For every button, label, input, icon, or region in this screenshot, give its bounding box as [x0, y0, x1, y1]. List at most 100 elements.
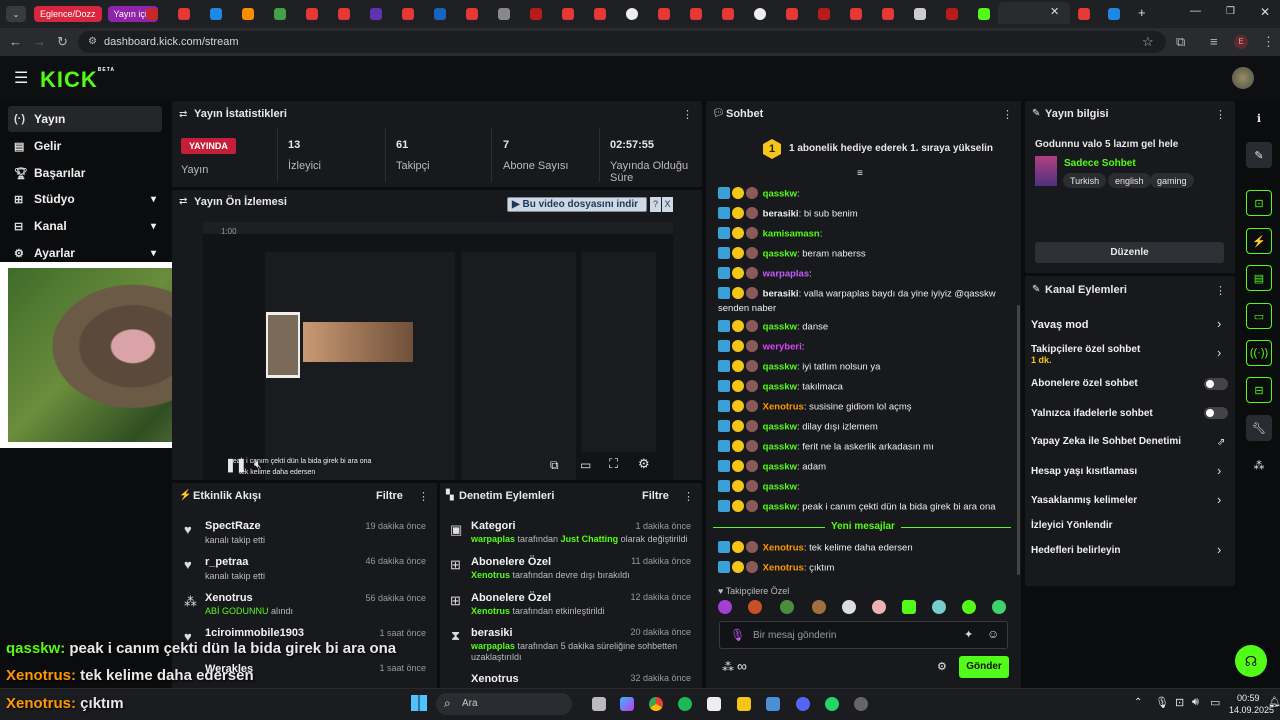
emote-icon[interactable] [962, 600, 976, 614]
tab-favicon-icon[interactable] [658, 8, 670, 20]
chat-message[interactable]: qasskw: iyi tatlım nolsun ya [718, 360, 1013, 375]
ai-moderation-row[interactable]: Yapay Zeka ile Sohbet Denetimi [1031, 436, 1181, 447]
chat-username[interactable]: Xenotrus [763, 543, 804, 554]
address-field[interactable]: dashboard.kick.com/stream [78, 31, 1166, 53]
app-icon-2[interactable] [854, 697, 868, 711]
stats-menu-icon[interactable]: ⋮ [682, 108, 693, 121]
wrench-icon[interactable]: 🔧︎ [1246, 415, 1272, 441]
tab-favicon-icon[interactable] [146, 8, 158, 20]
moderation-menu-icon[interactable]: ⋮ [683, 490, 694, 503]
emote-icon[interactable] [718, 600, 732, 614]
collapse-pinned-icon[interactable]: ≡ [857, 168, 863, 179]
set-goals-row[interactable]: Hedefleri belirleyin [1031, 545, 1120, 556]
chat-username[interactable]: qasskw [763, 482, 797, 493]
mic-tray-icon[interactable]: 🎙︎ [1155, 696, 1169, 709]
moderation-filter-button[interactable]: Filtre [642, 490, 669, 502]
chat-username[interactable]: qasskw [763, 249, 797, 260]
kick-logo[interactable]: KICKBETA [40, 67, 115, 93]
taskbar-search[interactable]: ⌕ Ara [436, 693, 572, 715]
picture-in-picture-icon[interactable]: ⧉ [550, 458, 559, 473]
tab-favicon-icon[interactable] [466, 8, 478, 20]
chat-username[interactable]: warpaplas [763, 269, 809, 280]
explorer-icon[interactable] [737, 697, 751, 711]
chat-username[interactable]: berasiki [763, 289, 799, 300]
emote-icon[interactable] [812, 600, 826, 614]
forward-icon[interactable]: → [33, 34, 46, 49]
emote-icon[interactable] [932, 600, 946, 614]
followers-only-row[interactable]: Takipçilere özel sohbet [1031, 344, 1140, 355]
sidebar-item-kanal[interactable]: ⊟ Kanal ▾ [8, 213, 162, 239]
chevron-right-icon[interactable]: › [1217, 345, 1221, 360]
fullscreen-icon[interactable]: ⛶ [609, 456, 618, 472]
pause-icon[interactable]: ❚❚ [225, 457, 247, 473]
chat-menu-icon[interactable]: ⋮ [1002, 108, 1013, 121]
discord-icon[interactable] [796, 697, 810, 711]
chat-message[interactable]: Xenotrus: tek kelime daha edersen [718, 541, 1013, 556]
chat-username[interactable]: Xenotrus [763, 563, 804, 574]
hamburger-menu-icon[interactable]: ☰ [14, 68, 28, 88]
sidebar-item-studyo[interactable]: ⊞ Stüdyo ▾ [8, 186, 162, 212]
chat-message[interactable]: qasskw: peak i canım çekti dün la bida g… [718, 500, 1013, 515]
tab-favicon-icon[interactable] [338, 8, 350, 20]
chat-username[interactable]: qasskw [763, 442, 797, 453]
chat-message[interactable]: qasskw: [718, 187, 1013, 202]
tab-favicon-icon[interactable] [914, 8, 926, 20]
app-icon[interactable] [766, 697, 780, 711]
chat-message[interactable]: qasskw: adam [718, 460, 1013, 475]
clock-time[interactable]: 00:59 [1237, 693, 1260, 703]
chat-message[interactable]: berasiki: bi sub benim [718, 207, 1013, 222]
activity-filter-button[interactable]: Filtre [376, 490, 403, 502]
volume-icon[interactable]: 🔊︎ [1192, 696, 1199, 709]
sidebar-item-yayin[interactable]: (·) Yayın [8, 106, 162, 132]
points-icon[interactable]: ⁂ [1246, 452, 1272, 478]
tab-favicon-icon[interactable] [818, 8, 830, 20]
chat-message[interactable]: qasskw: danse [718, 320, 1013, 335]
bookmark-star-icon[interactable]: ☆ [1142, 34, 1154, 50]
chevron-right-icon[interactable]: › [1217, 542, 1221, 557]
tab-favicon-icon[interactable] [498, 8, 510, 20]
edit-stream-button[interactable]: Düzenle [1035, 242, 1224, 263]
chat-username[interactable]: Xenotrus [763, 402, 804, 413]
chat-username[interactable]: qasskw [763, 462, 797, 473]
volume-muted-icon[interactable]: 🔇︎ [254, 457, 262, 472]
tab-favicon-icon[interactable] [306, 8, 318, 20]
tab-favicon-icon[interactable] [722, 8, 734, 20]
tray-chevron-icon[interactable]: ⌃ [1134, 697, 1142, 708]
whatsapp-icon[interactable] [825, 697, 839, 711]
chat-message[interactable]: Xenotrus: susisine gidiom lol açmş [718, 400, 1013, 415]
layout-icon[interactable]: ⊟ [1246, 377, 1272, 403]
spotify-icon[interactable] [678, 697, 692, 711]
maximize-icon[interactable]: ❐ [1226, 6, 1235, 17]
user-avatar[interactable] [1232, 67, 1254, 89]
chat-input[interactable]: 🎙︎ Bir mesaj gönderin ✦ ☺ [719, 621, 1008, 649]
chat-icon[interactable]: ▭ [1246, 303, 1272, 329]
download-help-button[interactable]: ? [650, 197, 661, 212]
network-icon[interactable]: ⊡ [1175, 696, 1184, 709]
chat-username[interactable]: qasskw [763, 362, 797, 373]
notification-icon[interactable]: 🔔︎ [1268, 697, 1280, 708]
tab-favicon-icon[interactable] [1078, 8, 1090, 20]
chat-scrollbar[interactable] [1017, 305, 1020, 575]
tab-favicon-icon[interactable] [946, 8, 958, 20]
chevron-right-icon[interactable]: › [1217, 316, 1221, 331]
emotes-only-toggle[interactable] [1204, 407, 1228, 419]
chat-username[interactable]: berasiki [763, 209, 799, 220]
chat-message[interactable]: berasiki: valla warpaplas baydı da yine … [718, 287, 1013, 316]
note-icon[interactable]: ▤ [1246, 265, 1272, 291]
chevron-right-icon[interactable]: › [1217, 463, 1221, 478]
slow-mode-row[interactable]: Yavaş mod [1031, 319, 1088, 331]
account-age-row[interactable]: Hesap yaşı kısıtlaması [1031, 466, 1137, 477]
windows-start-icon[interactable] [411, 695, 427, 711]
banned-words-row[interactable]: Yasaklanmış kelimeler [1031, 495, 1137, 506]
tab-favicon-icon[interactable] [210, 8, 222, 20]
tab-favicon-icon[interactable] [242, 8, 254, 20]
flash-icon[interactable]: ⚡ [1246, 228, 1272, 254]
chat-username[interactable]: kamisamasn [763, 229, 820, 240]
settings-icon[interactable]: ⚙ [638, 456, 650, 472]
emote-icon[interactable] [992, 600, 1006, 614]
chat-message[interactable]: qasskw: takılmaca [718, 380, 1013, 395]
close-tab-icon[interactable]: ✕ [1050, 5, 1059, 18]
external-link-icon[interactable]: ⇗ [1217, 437, 1225, 448]
reading-list-icon[interactable]: ≡ [1210, 34, 1218, 49]
tab-favicon-icon[interactable] [754, 8, 766, 20]
